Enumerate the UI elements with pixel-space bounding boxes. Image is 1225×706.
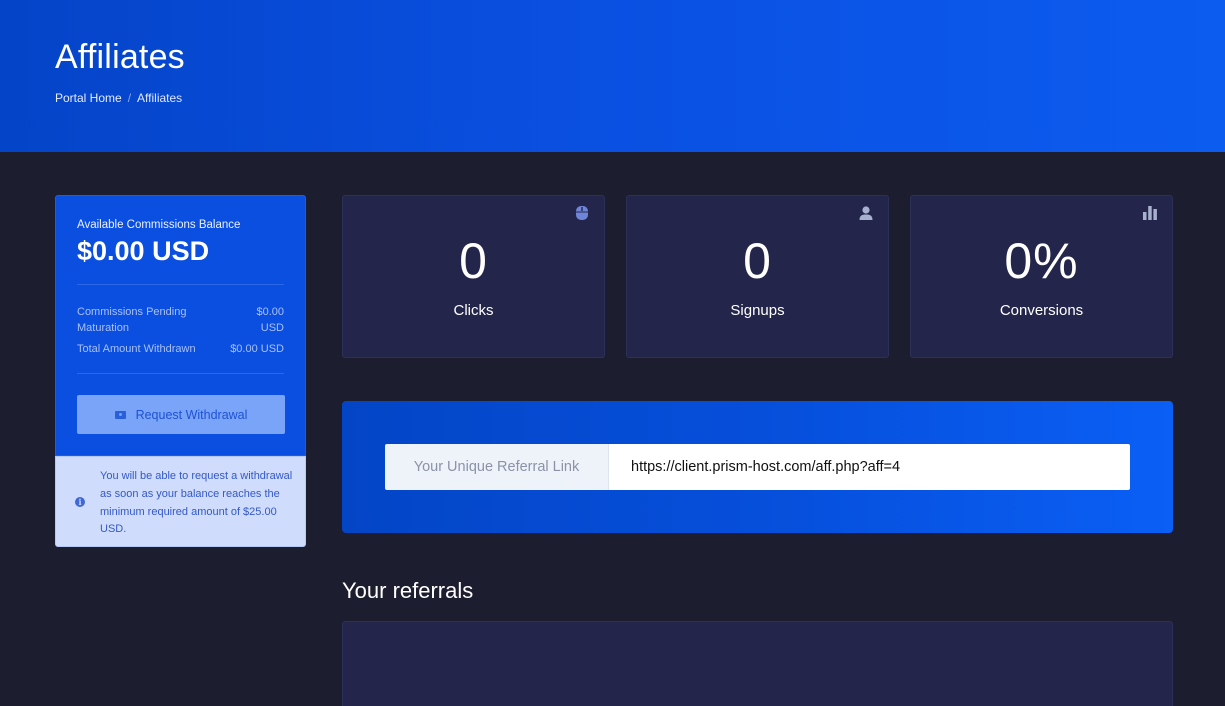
signups-value: 0	[743, 233, 772, 289]
withdrawn-row: Total Amount Withdrawn $0.00 USD	[77, 341, 284, 357]
pending-value: $0.00 USD	[256, 306, 284, 334]
withdrawn-value: $0.00 USD	[230, 343, 284, 355]
bar-chart-icon	[1143, 206, 1157, 220]
referrals-heading: Your referrals	[342, 578, 474, 603]
referrals-table-panel	[342, 621, 1173, 706]
stat-card-conversions: 0% Conversions	[910, 195, 1173, 358]
conversions-label: Conversions	[999, 302, 1084, 319]
referral-link-input[interactable]	[609, 444, 1130, 490]
referral-link-panel: Your Unique Referral Link	[342, 401, 1173, 533]
page-title: Affiliates	[55, 38, 185, 76]
referral-link-group: Your Unique Referral Link	[385, 444, 1130, 490]
balance-amount: $0.00 USD	[77, 236, 210, 266]
request-withdrawal-button[interactable]: Request Withdrawal	[77, 395, 285, 434]
user-icon	[859, 206, 873, 220]
stat-card-signups: 0 Signups	[626, 195, 889, 358]
breadcrumb-portal-home[interactable]: Portal Home	[55, 91, 122, 105]
divider	[77, 373, 284, 374]
money-icon	[114, 410, 126, 419]
divider	[77, 284, 284, 285]
referral-link-label: Your Unique Referral Link	[385, 444, 609, 490]
withdrawal-notice: i You will be able to request a withdraw…	[55, 456, 306, 547]
balance-label: Available Commissions Balance	[77, 219, 241, 231]
request-withdrawal-label: Request Withdrawal	[135, 407, 248, 422]
breadcrumb: Portal Home / Affiliates	[55, 91, 182, 105]
withdrawal-notice-text: You will be able to request a withdrawal…	[100, 470, 293, 536]
withdrawn-label: Total Amount Withdrawn	[77, 343, 196, 355]
mouse-icon	[576, 206, 588, 220]
info-icon: i	[75, 497, 85, 507]
signups-label: Signups	[730, 302, 785, 319]
pending-label: Commissions Pending Maturation	[77, 306, 187, 334]
breadcrumb-current: Affiliates	[137, 91, 183, 105]
conversions-value: 0%	[1004, 233, 1079, 289]
clicks-value: 0	[459, 233, 488, 289]
breadcrumb-separator: /	[127, 91, 132, 105]
commissions-balance-card: Available Commissions Balance $0.00 USD …	[55, 195, 306, 456]
page-header: Affiliates Portal Home / Affiliates	[0, 0, 1225, 152]
pending-row: Commissions Pending Maturation $0.00 USD	[77, 304, 284, 336]
stat-card-clicks: 0 Clicks	[342, 195, 605, 358]
clicks-label: Clicks	[453, 302, 494, 319]
